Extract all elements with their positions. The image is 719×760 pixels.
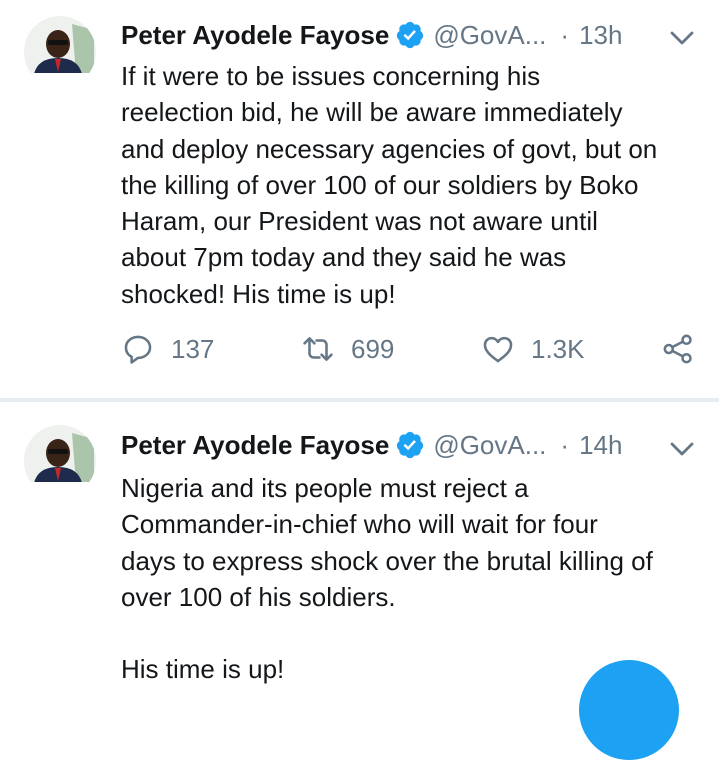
display-name[interactable]: Peter Ayodele Fayose <box>121 20 389 51</box>
avatar[interactable] <box>24 16 96 88</box>
tweet-header: Peter Ayodele Fayose @GovA... · 13h <box>121 15 622 55</box>
timestamp[interactable]: 13h <box>579 20 622 51</box>
tweet[interactable]: Peter Ayodele Fayose @GovA... · 13h If i… <box>0 0 719 400</box>
verified-badge-icon <box>397 431 424 459</box>
retweet-button[interactable]: 699 <box>301 329 394 369</box>
avatar[interactable] <box>24 425 96 497</box>
timestamp[interactable]: 14h <box>579 430 622 461</box>
share-button[interactable] <box>661 329 695 369</box>
verified-badge-icon <box>397 21 424 49</box>
avatar-photo <box>24 425 96 497</box>
chevron-down-icon[interactable] <box>667 23 697 53</box>
tweet[interactable]: Peter Ayodele Fayose @GovA... · 14h Nige… <box>0 402 719 691</box>
share-icon <box>663 334 692 364</box>
tweet-text: Nigeria and its people must reject a Com… <box>121 473 653 685</box>
reply-button[interactable]: 137 <box>121 329 214 369</box>
tweet-header: Peter Ayodele Fayose @GovA... · 14h <box>121 425 622 465</box>
reply-count: 137 <box>171 333 215 364</box>
heart-icon <box>483 336 513 363</box>
compose-tweet-button[interactable] <box>579 660 679 760</box>
handle[interactable]: @GovA... <box>433 430 546 461</box>
avatar-photo <box>24 16 96 88</box>
like-button[interactable]: 1.3K <box>481 329 585 369</box>
reply-icon <box>124 335 152 364</box>
separator-dot: · <box>560 429 570 460</box>
retweet-count: 699 <box>351 333 395 364</box>
separator-dot: · <box>560 19 570 50</box>
tweet-actions: 137 699 1.3K <box>121 329 706 369</box>
handle[interactable]: @GovA... <box>433 20 546 51</box>
display-name[interactable]: Peter Ayodele Fayose <box>121 430 389 461</box>
tweet-text: If it were to be issues concerning his r… <box>121 61 658 309</box>
like-count: 1.3K <box>531 333 585 364</box>
retweet-icon <box>303 337 333 361</box>
chevron-down-icon[interactable] <box>667 434 697 464</box>
